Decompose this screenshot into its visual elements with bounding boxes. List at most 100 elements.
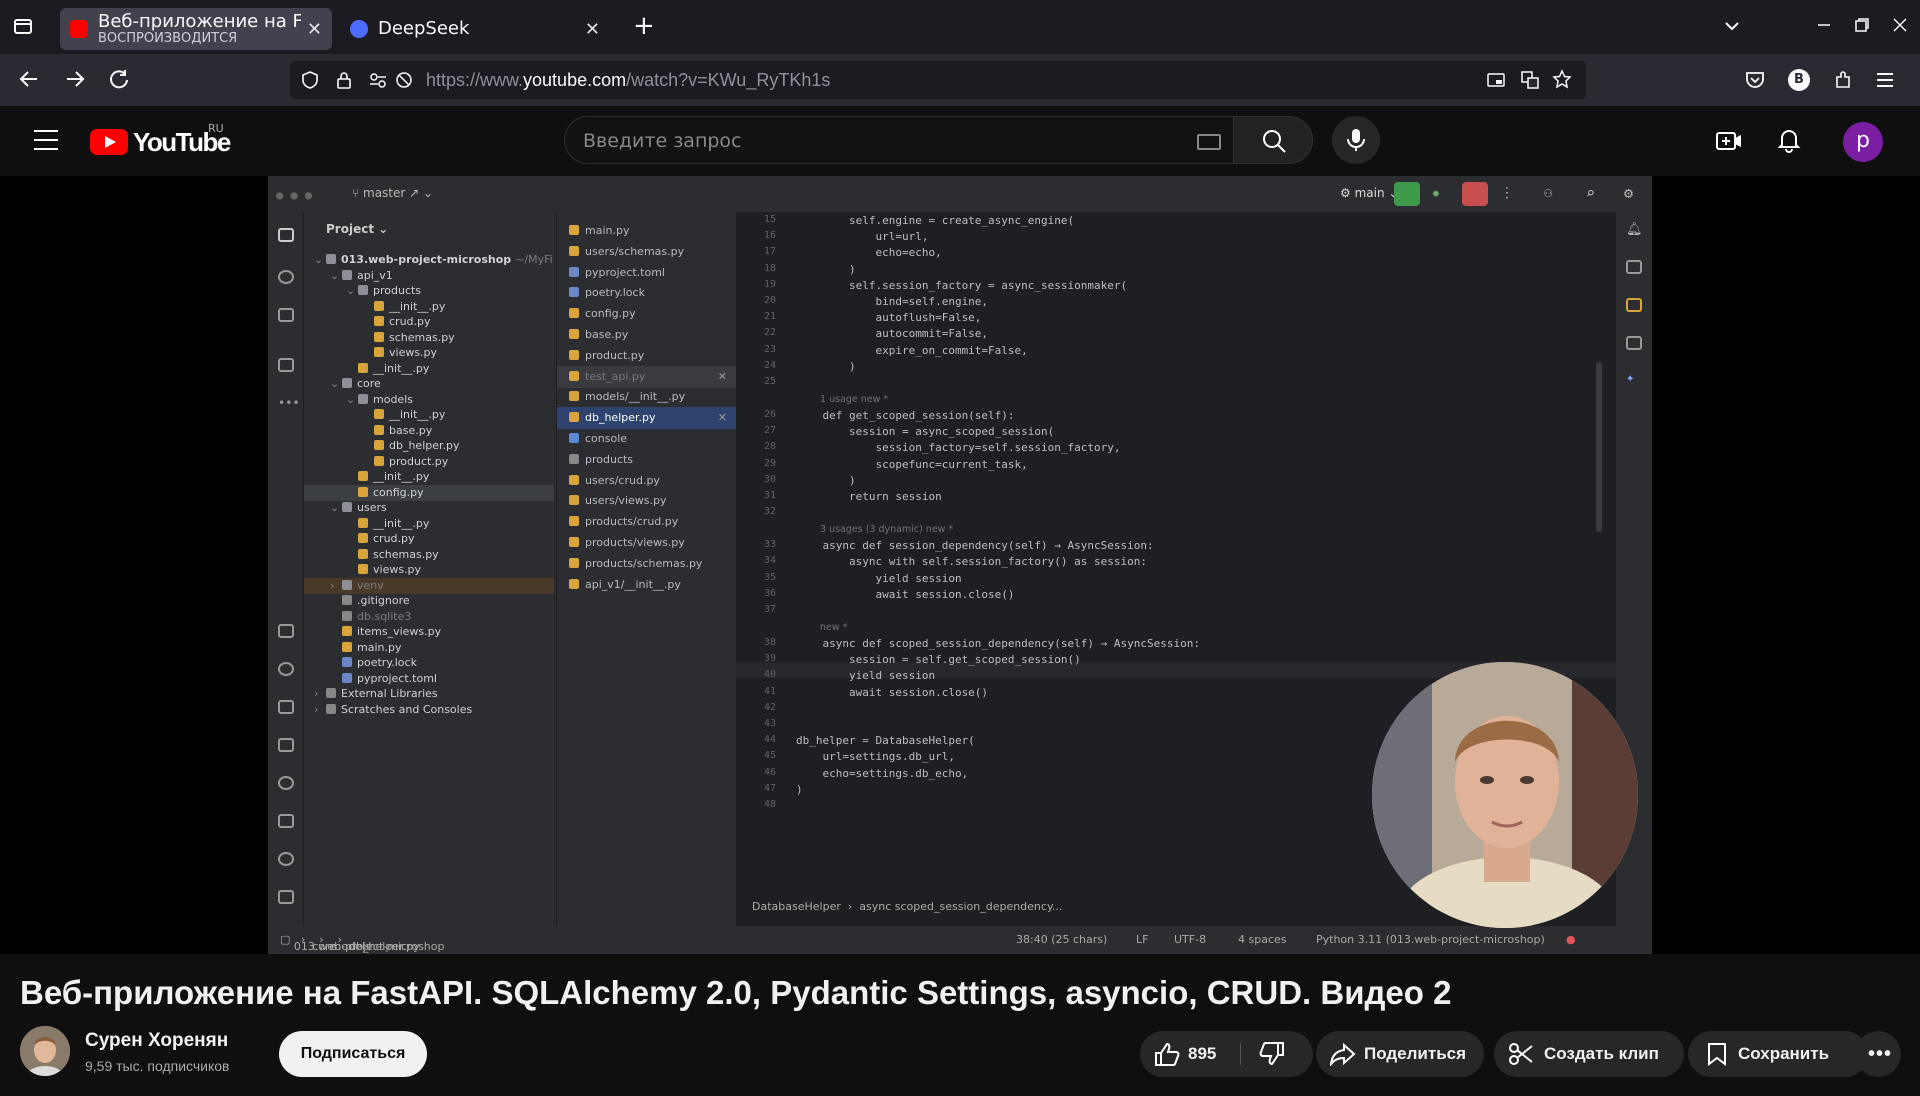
tab-deepseek[interactable]: DeepSeek ✕ bbox=[340, 8, 610, 50]
line-number: 46 bbox=[763, 766, 776, 778]
video-player[interactable]: ● ● ● ⑂ master ↗ ⌄ ⚙ main ⌄ ✹ ⋮ ⚇ ⌕ ⚙ ••… bbox=[0, 176, 1920, 954]
dislike-button[interactable] bbox=[1241, 1031, 1313, 1077]
close-tab-icon[interactable]: ✕ bbox=[585, 19, 600, 40]
close-tab-icon[interactable]: ✕ bbox=[307, 19, 322, 40]
project-tree-item: › Scratches and Consoles bbox=[304, 702, 554, 718]
voice-search-button[interactable] bbox=[1332, 116, 1380, 164]
py-file-icon bbox=[358, 548, 368, 559]
open-file-label: console bbox=[585, 432, 628, 445]
profile-icon[interactable]: B bbox=[1788, 69, 1810, 91]
permissions-icon[interactable] bbox=[368, 70, 388, 95]
autoplay-blocked-icon[interactable] bbox=[394, 70, 414, 95]
translate-icon[interactable] bbox=[1520, 70, 1540, 95]
code-line: ) bbox=[796, 262, 856, 276]
open-file-label: users/schemas.py bbox=[585, 244, 685, 258]
pocket-icon[interactable] bbox=[1744, 69, 1766, 96]
channel-name[interactable]: Сурен Хоренян bbox=[85, 1030, 228, 1052]
toml-file-icon bbox=[569, 287, 579, 298]
like-button[interactable]: 895 bbox=[1140, 1031, 1240, 1077]
console-file-icon bbox=[569, 433, 579, 443]
py-file-icon bbox=[569, 225, 579, 235]
back-icon[interactable] bbox=[18, 68, 40, 95]
lock-icon[interactable] bbox=[334, 70, 354, 95]
save-playlist-icon bbox=[1708, 1043, 1726, 1066]
account-avatar[interactable]: p bbox=[1843, 122, 1883, 162]
line-number: 17 bbox=[763, 246, 776, 258]
open-file-item: users/schemas.py bbox=[557, 241, 737, 263]
py-file-icon bbox=[569, 516, 579, 527]
extensions-icon[interactable] bbox=[1832, 69, 1854, 96]
tree-item-label: views.py bbox=[389, 346, 438, 359]
commit-tool-icon bbox=[278, 270, 294, 284]
project-tree-item: product.py bbox=[304, 454, 554, 470]
open-file-label: config.py bbox=[585, 307, 636, 321]
py-file-icon bbox=[374, 455, 384, 466]
restore-icon[interactable] bbox=[1854, 16, 1870, 38]
tracking-shield-icon[interactable] bbox=[300, 70, 320, 95]
search-button[interactable] bbox=[1233, 116, 1313, 164]
open-file-label: main.py bbox=[585, 224, 630, 237]
picture-in-picture-icon[interactable] bbox=[1486, 70, 1506, 95]
profiler-icon bbox=[1626, 336, 1642, 350]
subscribe-button[interactable]: Подписаться bbox=[279, 1031, 427, 1077]
code-line: def get_scoped_session(self): bbox=[796, 409, 1015, 422]
project-tree-item: __init__.py bbox=[304, 361, 554, 377]
chevron-down-icon[interactable] bbox=[1722, 16, 1742, 41]
tree-item-label: pyproject.toml bbox=[357, 671, 437, 685]
table-file-icon bbox=[569, 453, 579, 464]
py-file-icon bbox=[569, 557, 579, 568]
like-dislike-group: 895 bbox=[1140, 1031, 1313, 1077]
rerun-icon bbox=[1394, 182, 1420, 206]
forward-icon[interactable] bbox=[64, 68, 86, 95]
git-tool-icon bbox=[278, 890, 294, 904]
run-tool-icon bbox=[278, 700, 294, 714]
tree-item-label: core bbox=[357, 377, 381, 390]
line-number: 36 bbox=[763, 587, 776, 599]
create-clip-button[interactable]: Создать клип bbox=[1494, 1031, 1684, 1077]
bookmark-star-icon[interactable] bbox=[1552, 69, 1572, 94]
project-tree-item: main.py bbox=[304, 640, 554, 656]
create-video-icon[interactable] bbox=[1715, 128, 1743, 158]
new-tab-icon[interactable]: + bbox=[633, 13, 655, 39]
save-button[interactable]: Сохранить bbox=[1688, 1031, 1868, 1077]
code-usage-hint: 1 usage new * bbox=[820, 393, 889, 405]
channel-avatar[interactable] bbox=[20, 1026, 70, 1076]
line-number: 18 bbox=[763, 262, 776, 274]
project-tree-item: views.py bbox=[304, 345, 554, 361]
line-number: 35 bbox=[763, 571, 776, 583]
tree-expander-icon: ⌄ bbox=[330, 377, 340, 390]
project-tree-item: ⌄ 013.web-project-microshop ~/MyFi bbox=[304, 252, 554, 268]
scissors-icon bbox=[1509, 1043, 1533, 1065]
tab-list-icon[interactable] bbox=[12, 15, 34, 42]
tab-youtube[interactable]: Веб-приложение на FastAPI ВОСПРОИЗВОДИТС… bbox=[60, 8, 332, 50]
guide-menu-icon[interactable] bbox=[34, 130, 58, 150]
tree-expander-icon: ⌄ bbox=[346, 284, 356, 297]
line-number: 38 bbox=[763, 637, 776, 648]
close-window-icon[interactable] bbox=[1892, 16, 1908, 38]
project-tree-item: crud.py bbox=[304, 531, 554, 547]
keyboard-icon[interactable] bbox=[1197, 134, 1221, 150]
open-file-item: api_v1/__init__.py bbox=[557, 574, 737, 596]
py-file-icon bbox=[569, 329, 579, 339]
youtube-header: YouTube RU Введите запрос p bbox=[0, 106, 1920, 176]
dislike-icon bbox=[1259, 1042, 1284, 1066]
indent-setting: 4 spaces bbox=[1238, 933, 1287, 946]
notifications-bell-icon[interactable] bbox=[1777, 126, 1801, 158]
reload-icon[interactable] bbox=[108, 68, 130, 95]
share-button[interactable]: Поделиться bbox=[1316, 1031, 1484, 1077]
minimize-icon[interactable] bbox=[1816, 16, 1832, 38]
py-file-icon bbox=[342, 626, 352, 636]
search-input[interactable]: Введите запрос bbox=[564, 116, 1234, 164]
database-tool-icon bbox=[278, 624, 294, 638]
code-line: ) bbox=[796, 782, 803, 796]
project-tree-item: __init__.py bbox=[304, 407, 554, 423]
more-actions-button[interactable]: ••• bbox=[1855, 1031, 1901, 1077]
app-menu-icon[interactable] bbox=[1874, 69, 1896, 96]
line-number: 34 bbox=[763, 555, 776, 567]
open-file-item: db_helper.py ✕ bbox=[557, 407, 737, 430]
tree-item-label: items_views.py bbox=[357, 625, 442, 638]
run-configuration: ⚙ main ⌄ bbox=[1340, 186, 1399, 200]
project-tree-item: poetry.lock bbox=[304, 655, 554, 671]
address-bar[interactable]: https://www.youtube.com/watch?v=KWu_RyTK… bbox=[290, 61, 1586, 99]
url-text[interactable]: https://www.youtube.com/watch?v=KWu_RyTK… bbox=[426, 70, 830, 91]
